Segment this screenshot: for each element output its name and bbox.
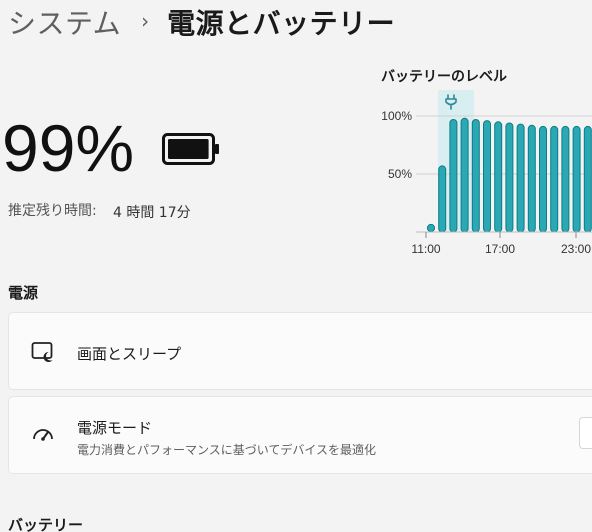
battery-bar <box>426 223 436 233</box>
battery-fill <box>168 139 209 159</box>
battery-bar <box>449 119 458 233</box>
screen-sleep-title: 画面とスリープ <box>77 345 182 363</box>
power-mode-dropdown[interactable] <box>579 417 592 449</box>
x-tick-1100: 11:00 <box>411 242 440 256</box>
y-tick-50: 50% <box>388 167 412 181</box>
x-tick-2300: 23:00 <box>561 242 591 256</box>
battery-bar <box>550 125 559 233</box>
y-tick-100: 100% <box>381 109 412 123</box>
battery-section-title: バッテリー <box>8 516 84 532</box>
battery-bar <box>583 125 592 233</box>
battery-bar <box>483 120 491 233</box>
battery-bar <box>494 121 503 233</box>
battery-bar <box>438 165 447 233</box>
power-section-title: 電源 <box>8 284 39 302</box>
breadcrumb-separator: › <box>141 9 150 33</box>
screen-sleep-card[interactable]: 画面とスリープ <box>8 312 592 390</box>
bars-group <box>426 117 592 233</box>
battery-bar <box>527 124 536 233</box>
battery-bar <box>561 125 570 233</box>
battery-icon <box>162 133 219 165</box>
battery-bar <box>572 125 581 233</box>
battery-bar <box>516 123 525 233</box>
battery-bar <box>460 117 469 233</box>
remaining-time-label: 推定残り時間: <box>8 203 97 219</box>
page-title: 電源とバッテリー <box>167 7 396 40</box>
x-tick-1700: 17:00 <box>485 242 515 256</box>
battery-level-chart[interactable]: 100% 50% 11:00 17:00 23:00 <box>370 86 592 266</box>
chart-title: バッテリーのレベル <box>381 69 507 85</box>
power-mode-card[interactable]: 電源モード 電力消費とパフォーマンスに基づいてデバイスを最適化 <box>8 396 592 474</box>
battery-bar <box>471 119 480 233</box>
battery-percent: 99% <box>2 111 135 185</box>
breadcrumb: システム › 電源とバッテリー <box>8 2 395 42</box>
power-mode-title: 電源モード <box>77 419 153 437</box>
battery-bar <box>539 125 547 233</box>
remaining-time-value: 4 時間 17分 <box>113 205 191 221</box>
gauge-icon <box>33 429 53 441</box>
power-battery-page: システム › 電源とバッテリー 99% 推定残り時間: 4 時間 17分 バッテ… <box>0 0 592 532</box>
breadcrumb-system[interactable]: システム <box>8 2 121 42</box>
power-mode-subtitle: 電力消費とパフォーマンスに基づいてデバイスを最適化 <box>77 443 377 457</box>
screen-sleep-icon <box>31 342 53 362</box>
battery-bar <box>505 122 514 233</box>
